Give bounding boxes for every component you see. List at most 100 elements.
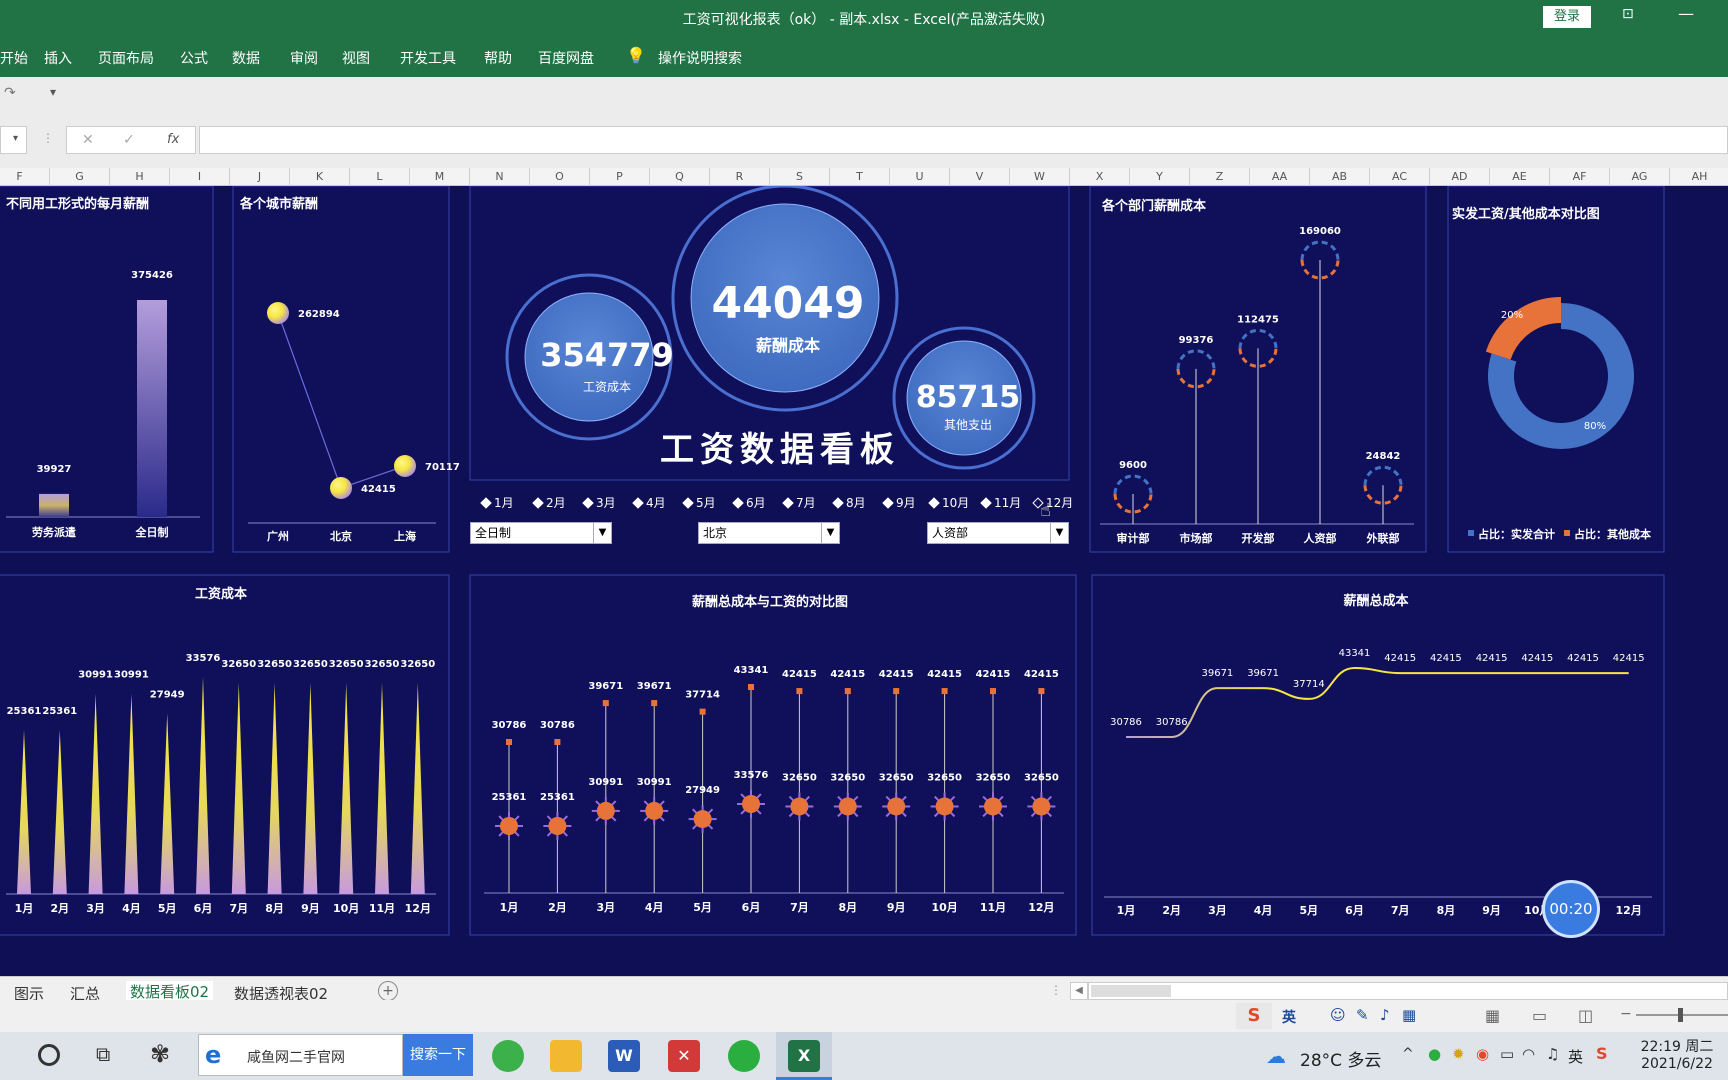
column-header[interactable]: I: [170, 168, 230, 186]
microphone-icon[interactable]: ♪: [1380, 1006, 1390, 1024]
chevron-down-icon[interactable]: ▼: [593, 523, 611, 543]
volume-icon[interactable]: ♫: [1546, 1045, 1559, 1063]
scroll-left-icon[interactable]: ◀: [1070, 982, 1088, 1000]
cancel-icon[interactable]: ✕: [82, 132, 94, 148]
tabs-splitter-icon[interactable]: ⋮: [1050, 983, 1062, 997]
zoom-out-icon[interactable]: −: [1620, 1006, 1632, 1022]
timer-badge[interactable]: 00:20: [1542, 880, 1600, 938]
ribbon-tab[interactable]: 公式: [180, 48, 208, 68]
total-cost-marker[interactable]: [941, 688, 948, 695]
ribbon-tab[interactable]: 开始: [0, 48, 28, 68]
normal-view-icon[interactable]: ▦: [1485, 1006, 1500, 1025]
total-cost-marker[interactable]: [990, 688, 996, 695]
total-cost-marker[interactable]: [506, 739, 512, 745]
column-header[interactable]: W: [1010, 168, 1070, 186]
battery-icon[interactable]: ▭: [1500, 1045, 1514, 1063]
insert-function-icon[interactable]: fx: [167, 132, 179, 147]
panel-employment[interactable]: [0, 186, 214, 553]
salary-marker[interactable]: [930, 792, 959, 821]
column-header[interactable]: N: [470, 168, 530, 186]
pen-icon[interactable]: ✎: [1356, 1006, 1369, 1024]
redo-icon[interactable]: ↷: [4, 85, 16, 101]
excel-taskbar-button[interactable]: X: [776, 1032, 832, 1080]
column-header[interactable]: G: [50, 168, 110, 186]
salary-marker[interactable]: [591, 796, 620, 825]
task-view-icon[interactable]: ⧉: [96, 1042, 110, 1066]
search-button[interactable]: 搜索一下: [403, 1034, 473, 1076]
tray-app2-icon[interactable]: ✹: [1452, 1045, 1465, 1063]
total-cost-marker[interactable]: [844, 688, 851, 695]
column-header[interactable]: AB: [1310, 168, 1370, 186]
column-header[interactable]: V: [950, 168, 1010, 186]
salary-marker[interactable]: [979, 792, 1007, 821]
column-header[interactable]: AG: [1610, 168, 1670, 186]
customize-qat-icon[interactable]: ▾: [50, 85, 56, 99]
total-cost-marker[interactable]: [554, 739, 561, 745]
column-header[interactable]: F: [0, 168, 50, 186]
chevron-down-icon[interactable]: ▼: [1050, 523, 1068, 543]
column-header[interactable]: T: [830, 168, 890, 186]
ribbon-tab[interactable]: 插入: [44, 48, 72, 68]
column-header[interactable]: U: [890, 168, 950, 186]
salary-marker[interactable]: [1027, 792, 1056, 821]
column-header[interactable]: X: [1070, 168, 1130, 186]
column-header[interactable]: J: [230, 168, 290, 186]
page-layout-icon[interactable]: ▭: [1532, 1006, 1547, 1025]
emoji-icon[interactable]: ☺: [1330, 1006, 1346, 1024]
grid-icon[interactable]: ▦: [1402, 1006, 1416, 1024]
tray-app-icon[interactable]: ●: [1428, 1045, 1441, 1063]
total-cost-marker[interactable]: [699, 708, 706, 715]
month-radio[interactable]: 8月: [832, 494, 866, 511]
ribbon-tab[interactable]: 帮助: [484, 48, 512, 68]
tray-expand-icon[interactable]: ^: [1402, 1046, 1414, 1062]
column-header[interactable]: AH: [1670, 168, 1728, 186]
total-cost-marker[interactable]: [1038, 688, 1045, 695]
month-radio[interactable]: 1月: [480, 494, 514, 511]
column-header[interactable]: AD: [1430, 168, 1490, 186]
column-header[interactable]: P: [590, 168, 650, 186]
name-box[interactable]: ▾: [0, 126, 27, 154]
column-header[interactable]: R: [710, 168, 770, 186]
column-header[interactable]: AF: [1550, 168, 1610, 186]
sogou-ime-icon[interactable]: S: [1236, 1003, 1272, 1029]
city-select[interactable]: 北京 ▼: [698, 522, 840, 544]
xmind-icon[interactable]: ✕: [668, 1040, 700, 1072]
word-icon[interactable]: W: [608, 1040, 640, 1072]
sogou-tray-icon[interactable]: S: [1596, 1044, 1608, 1063]
month-radio[interactable]: 5月: [682, 494, 716, 511]
confirm-icon[interactable]: ✓: [123, 132, 135, 148]
bar[interactable]: [39, 493, 69, 517]
salary-marker[interactable]: [785, 792, 814, 821]
month-radio[interactable]: 4月: [632, 494, 666, 511]
month-radio[interactable]: 2月: [532, 494, 566, 511]
ribbon-tab[interactable]: 数据: [232, 48, 260, 68]
chevron-down-icon[interactable]: ▼: [821, 523, 839, 543]
page-break-icon[interactable]: ◫: [1578, 1006, 1593, 1025]
splitter-icon[interactable]: ⋮: [42, 131, 54, 145]
data-point[interactable]: [330, 477, 352, 499]
data-point[interactable]: [267, 302, 289, 324]
panel-total-vs-salary[interactable]: [469, 574, 1077, 936]
month-radio[interactable]: 11月: [980, 494, 1021, 511]
column-header[interactable]: Z: [1190, 168, 1250, 186]
total-cost-marker[interactable]: [796, 688, 803, 695]
file-explorer-icon[interactable]: [550, 1040, 582, 1072]
add-sheet-icon[interactable]: +: [378, 981, 398, 1001]
login-button[interactable]: 登录: [1543, 6, 1591, 28]
dashboard-sheet[interactable]: 不同用工形式的每月薪酬 39927 劳务派遣 375426 全日制 各个城市薪酬 26289…: [0, 186, 1728, 976]
salary-marker[interactable]: [543, 812, 572, 840]
taskbar-ime[interactable]: 英: [1568, 1046, 1583, 1067]
tell-me-search[interactable]: 操作说明搜索: [658, 48, 742, 68]
tray-app3-icon[interactable]: ◉: [1476, 1045, 1489, 1063]
column-header[interactable]: S: [770, 168, 830, 186]
month-radio[interactable]: 12月: [1032, 494, 1073, 511]
total-cost-marker[interactable]: [748, 684, 754, 690]
zoom-slider[interactable]: [1636, 1008, 1728, 1022]
network-icon[interactable]: ◠: [1522, 1045, 1535, 1063]
salary-marker[interactable]: [495, 812, 523, 840]
ribbon-tab[interactable]: 百度网盘: [538, 48, 594, 68]
ribbon-tab[interactable]: 页面布局: [98, 48, 154, 68]
wechat-icon[interactable]: [728, 1040, 760, 1072]
column-header[interactable]: AA: [1250, 168, 1310, 186]
month-radio[interactable]: 9月: [882, 494, 916, 511]
